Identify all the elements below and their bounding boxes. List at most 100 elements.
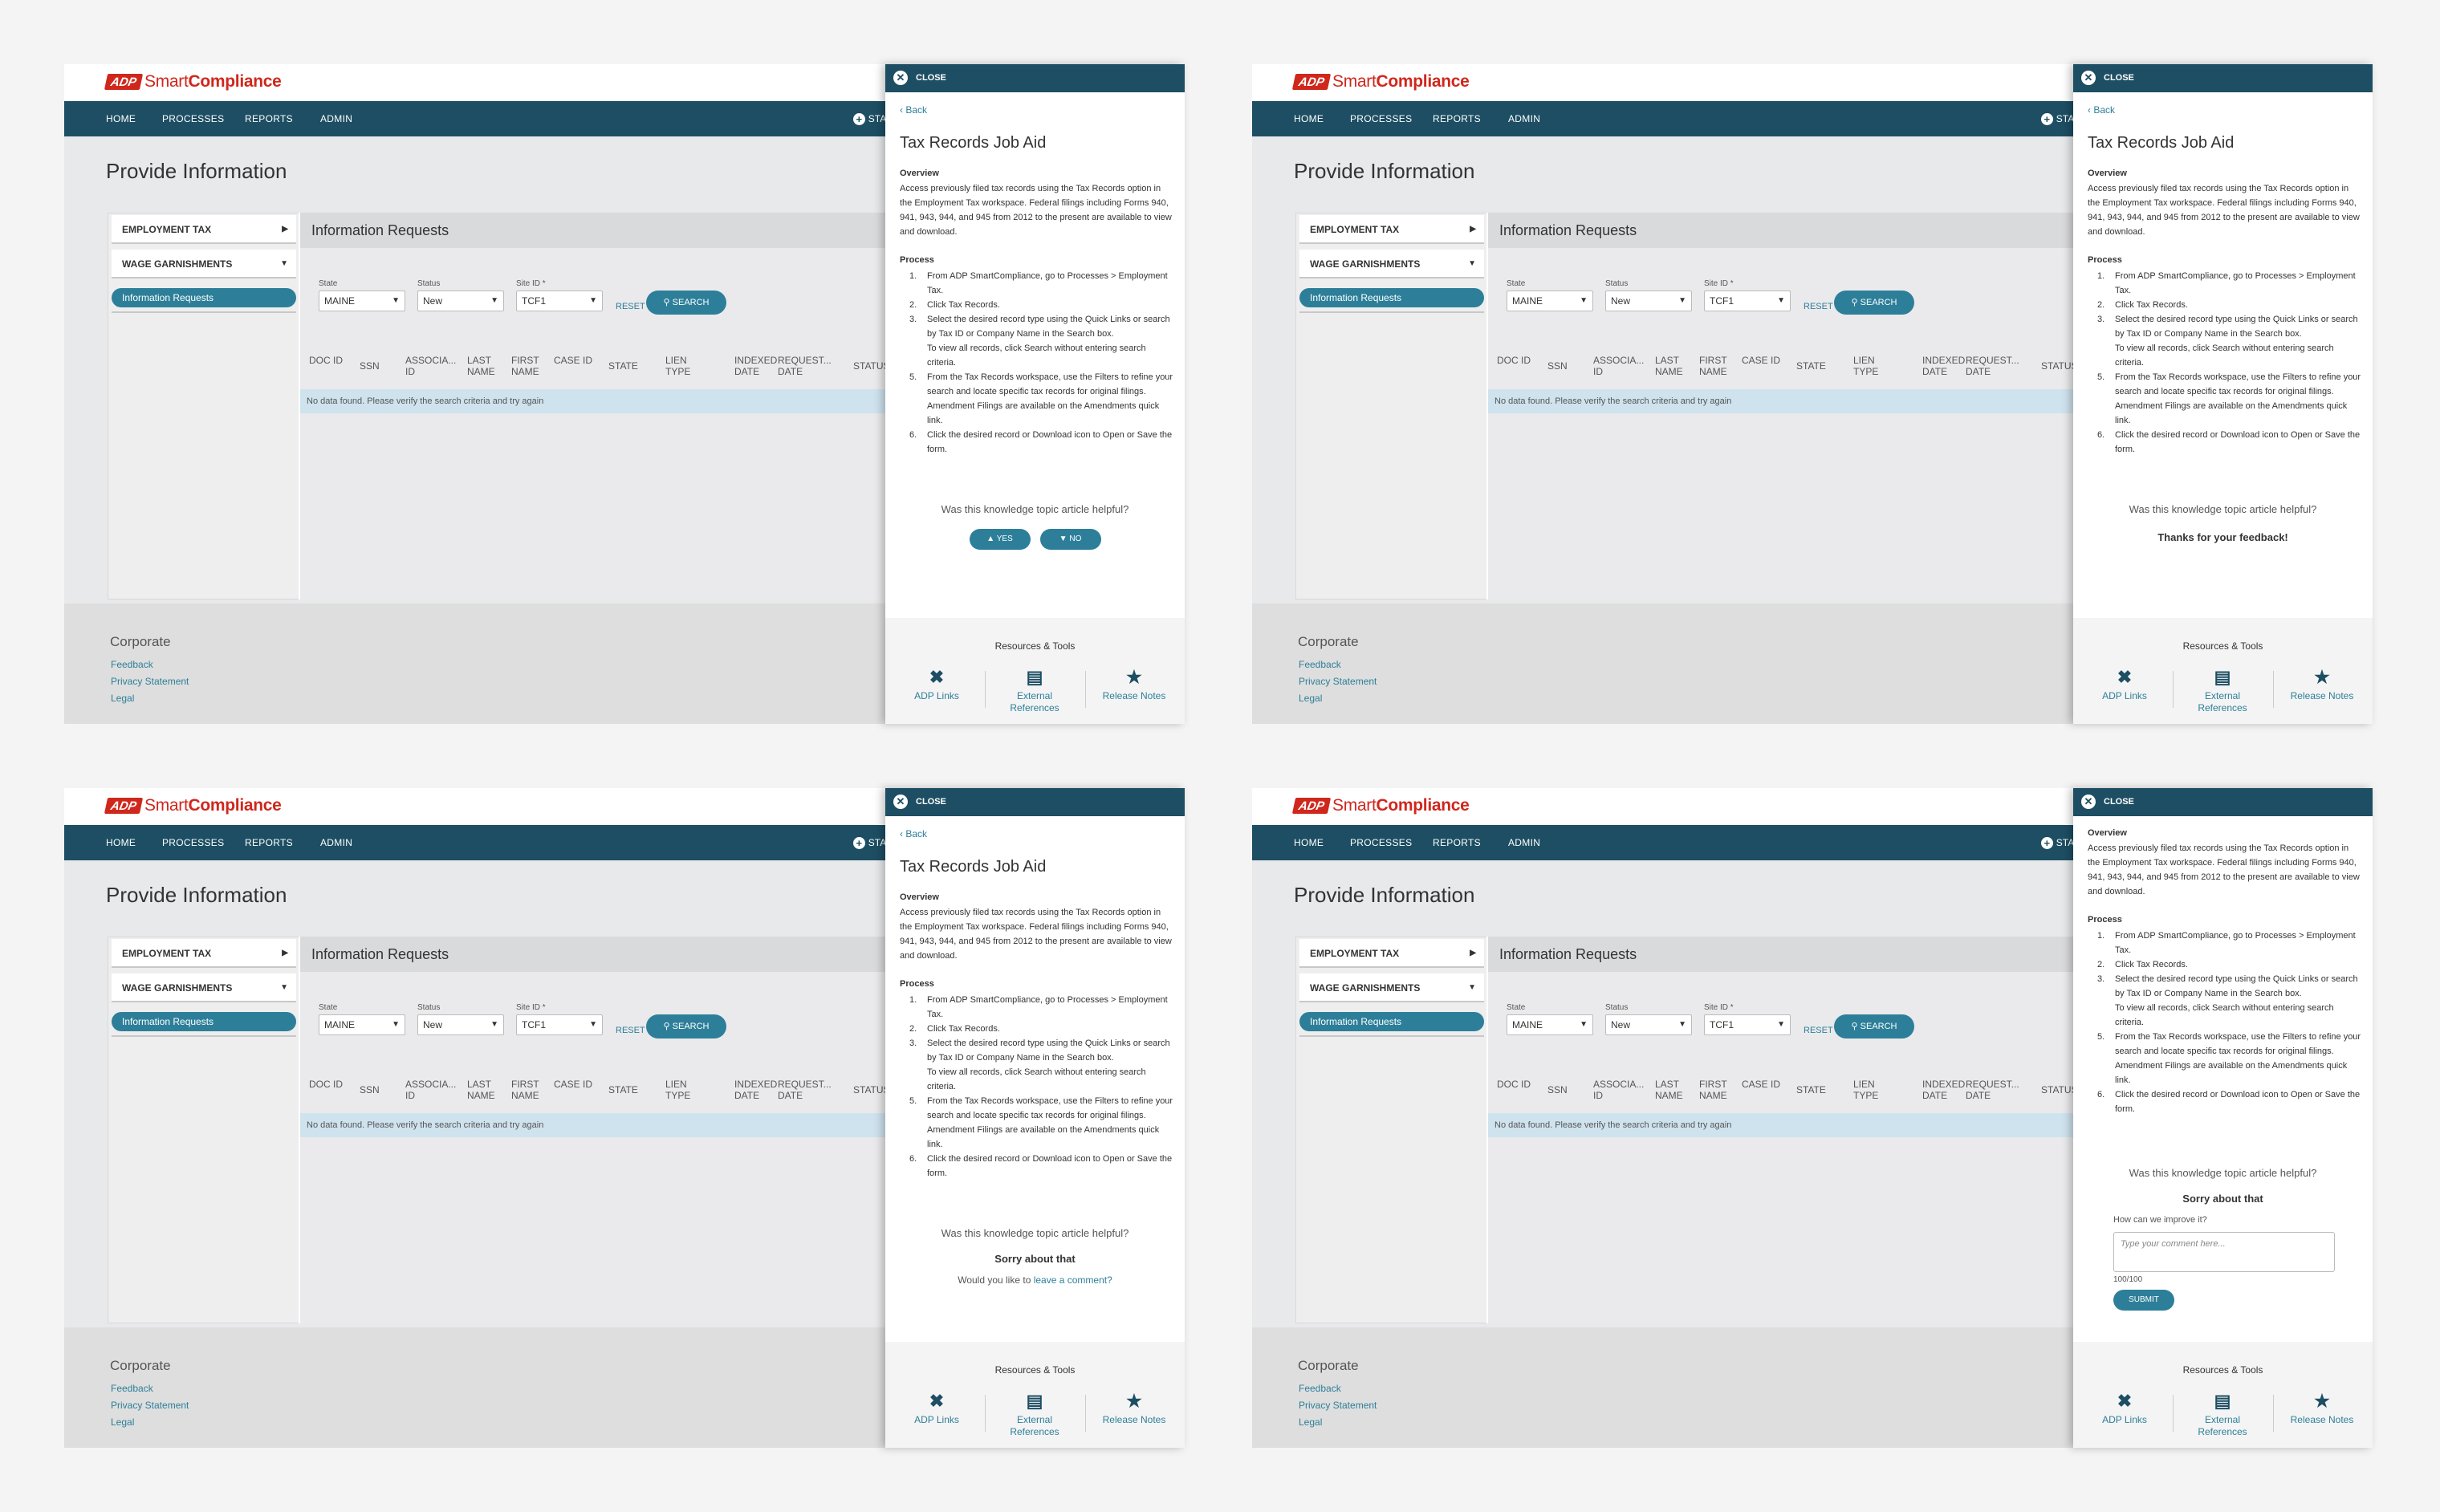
state-select[interactable]: MAINE ▼	[319, 291, 405, 311]
close-button[interactable]: CLOSE	[916, 797, 946, 807]
footer-link-feedback[interactable]: Feedback	[1299, 659, 1341, 670]
sidebar-item-wage-garnishments[interactable]: WAGE GARNISHMENTS ▼	[1299, 973, 1484, 1002]
sidebar-item-employment-tax[interactable]: EMPLOYMENT TAX ▶	[1299, 939, 1484, 968]
sidebar-item-wage-garnishments[interactable]: WAGE GARNISHMENTS ▼	[1299, 250, 1484, 278]
column-header[interactable]: CASE ID	[554, 355, 597, 366]
tool-adp-links[interactable]: ✖ ADP Links	[2081, 668, 2168, 702]
reset-button[interactable]: RESET	[616, 1026, 645, 1035]
site-id-select[interactable]: TCF1 ▼	[516, 1014, 603, 1035]
adp-logo[interactable]: ADP SmartCompliance	[104, 795, 282, 817]
tool-release-notes[interactable]: ★ Release Notes	[2279, 668, 2365, 702]
leave-comment-link[interactable]: leave a comment?	[1034, 1274, 1112, 1286]
column-header[interactable]: LAST NAME	[467, 1079, 510, 1101]
yes-button[interactable]: ▲ YES	[969, 529, 1031, 550]
nav-admin[interactable]: ADMIN	[320, 825, 352, 860]
column-header[interactable]: STATE	[608, 1084, 652, 1095]
column-header[interactable]: INDEXED DATE	[734, 355, 778, 377]
site-id-select[interactable]: TCF1 ▼	[516, 291, 603, 311]
footer-link-privacy[interactable]: Privacy Statement	[111, 1400, 189, 1411]
status-select[interactable]: New ▼	[1605, 1014, 1692, 1035]
tool-external-references[interactable]: ▤ External References	[2179, 668, 2266, 714]
nav-processes[interactable]: PROCESSES	[1350, 825, 1412, 860]
nav-processes[interactable]: PROCESSES	[162, 101, 224, 136]
nav-home[interactable]: HOME	[1294, 101, 1324, 136]
submit-button[interactable]: SUBMIT	[2113, 1290, 2174, 1311]
column-header[interactable]: ASSOCIA... ID	[1593, 355, 1644, 377]
status-select[interactable]: New ▼	[1605, 291, 1692, 311]
footer-link-legal[interactable]: Legal	[111, 693, 134, 704]
footer-link-feedback[interactable]: Feedback	[1299, 1383, 1341, 1394]
tool-release-notes[interactable]: ★ Release Notes	[2279, 1392, 2365, 1426]
column-header[interactable]: STATE	[1796, 360, 1840, 372]
adp-logo[interactable]: ADP SmartCompliance	[104, 71, 282, 93]
sidebar-item-information-requests[interactable]: Information Requests	[112, 288, 296, 307]
status-select[interactable]: New ▼	[417, 291, 504, 311]
close-icon[interactable]: ✕	[2081, 71, 2096, 85]
close-icon[interactable]: ✕	[893, 795, 908, 809]
close-button[interactable]: CLOSE	[2104, 797, 2134, 807]
tool-adp-links[interactable]: ✖ ADP Links	[2081, 1392, 2168, 1426]
column-header[interactable]: SSN	[1547, 1084, 1591, 1095]
adp-logo[interactable]: ADP SmartCompliance	[1291, 795, 1470, 817]
search-button[interactable]: ⚲ SEARCH	[646, 1014, 726, 1038]
nav-reports[interactable]: REPORTS	[245, 825, 293, 860]
column-header[interactable]: ASSOCIA... ID	[405, 1079, 456, 1101]
tool-external-references[interactable]: ▤ External References	[2179, 1392, 2266, 1438]
column-header[interactable]: CASE ID	[554, 1079, 597, 1090]
reset-button[interactable]: RESET	[1804, 1026, 1833, 1035]
footer-link-privacy[interactable]: Privacy Statement	[1299, 1400, 1377, 1411]
column-header[interactable]: CASE ID	[1742, 1079, 1785, 1090]
column-header[interactable]: SSN	[360, 1084, 403, 1095]
footer-link-legal[interactable]: Legal	[111, 1416, 134, 1428]
footer-link-privacy[interactable]: Privacy Statement	[111, 676, 189, 687]
reset-button[interactable]: RESET	[1804, 302, 1833, 311]
tool-external-references[interactable]: ▤ External References	[991, 668, 1078, 714]
nav-processes[interactable]: PROCESSES	[1350, 101, 1412, 136]
column-header[interactable]: DOC ID	[309, 355, 352, 366]
column-header[interactable]: FIRST NAME	[1699, 1079, 1743, 1101]
column-header[interactable]: ASSOCIA... ID	[1593, 1079, 1644, 1101]
close-button[interactable]: CLOSE	[916, 73, 946, 83]
nav-admin[interactable]: ADMIN	[1508, 101, 1540, 136]
tool-release-notes[interactable]: ★ Release Notes	[1091, 668, 1177, 702]
back-link[interactable]: ‹ Back	[900, 104, 927, 116]
column-header[interactable]: REQUEST... DATE	[778, 355, 832, 377]
column-header[interactable]: STATE	[608, 360, 652, 372]
column-header[interactable]: INDEXED DATE	[1922, 1079, 1966, 1101]
tool-external-references[interactable]: ▤ External References	[991, 1392, 1078, 1438]
sidebar-item-information-requests[interactable]: Information Requests	[112, 1012, 296, 1031]
column-header[interactable]: REQUEST... DATE	[1966, 1079, 2019, 1101]
column-header[interactable]: INDEXED DATE	[1922, 355, 1966, 377]
status-select[interactable]: New ▼	[417, 1014, 504, 1035]
footer-link-legal[interactable]: Legal	[1299, 1416, 1322, 1428]
column-header[interactable]: LAST NAME	[467, 355, 510, 377]
column-header[interactable]: SSN	[360, 360, 403, 372]
sidebar-item-wage-garnishments[interactable]: WAGE GARNISHMENTS ▼	[112, 973, 296, 1002]
close-icon[interactable]: ✕	[2081, 795, 2096, 809]
sidebar-item-wage-garnishments[interactable]: WAGE GARNISHMENTS ▼	[112, 250, 296, 278]
footer-link-privacy[interactable]: Privacy Statement	[1299, 676, 1377, 687]
nav-home[interactable]: HOME	[106, 101, 136, 136]
nav-reports[interactable]: REPORTS	[245, 101, 293, 136]
sidebar-item-information-requests[interactable]: Information Requests	[1299, 288, 1484, 307]
column-header[interactable]: ASSOCIA... ID	[405, 355, 456, 377]
column-header[interactable]: FIRST NAME	[511, 355, 555, 377]
column-header[interactable]: SSN	[1547, 360, 1591, 372]
nav-admin[interactable]: ADMIN	[1508, 825, 1540, 860]
back-link[interactable]: ‹ Back	[900, 828, 927, 839]
nav-home[interactable]: HOME	[106, 825, 136, 860]
nav-home[interactable]: HOME	[1294, 825, 1324, 860]
search-button[interactable]: ⚲ SEARCH	[646, 291, 726, 315]
footer-link-feedback[interactable]: Feedback	[111, 1383, 153, 1394]
nav-reports[interactable]: REPORTS	[1433, 825, 1481, 860]
column-header[interactable]: DOC ID	[1497, 355, 1540, 366]
close-icon[interactable]: ✕	[893, 71, 908, 85]
site-id-select[interactable]: TCF1 ▼	[1704, 1014, 1791, 1035]
column-header[interactable]: LAST NAME	[1655, 1079, 1698, 1101]
site-id-select[interactable]: TCF1 ▼	[1704, 291, 1791, 311]
column-header[interactable]: LIEN TYPE	[1853, 355, 1897, 377]
tool-adp-links[interactable]: ✖ ADP Links	[893, 1392, 980, 1426]
sidebar-item-employment-tax[interactable]: EMPLOYMENT TAX ▶	[112, 215, 296, 244]
state-select[interactable]: MAINE ▼	[1507, 1014, 1593, 1035]
tool-release-notes[interactable]: ★ Release Notes	[1091, 1392, 1177, 1426]
